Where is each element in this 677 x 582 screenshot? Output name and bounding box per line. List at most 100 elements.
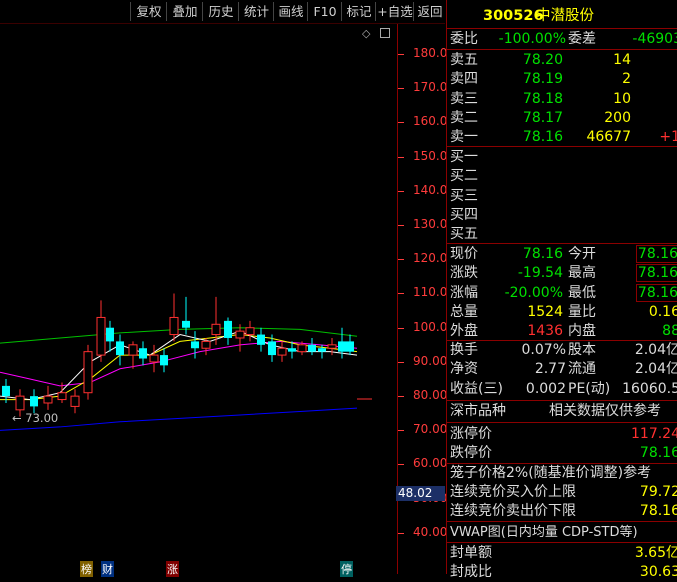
y-tick-label: 60.00 — [413, 456, 448, 471]
stats-label-2: PE(动) — [568, 380, 611, 397]
toolbar-draw-button[interactable]: 画线 — [273, 2, 308, 21]
square-icon[interactable] — [380, 28, 390, 38]
marker-zhang[interactable]: 涨 — [166, 561, 179, 577]
quote-label-2: 内盘 — [568, 323, 596, 340]
quote-row: 涨跌 -19.54 最高 78.16 — [447, 264, 677, 283]
weicha-label: 委差 — [568, 31, 596, 47]
ask-row[interactable]: 卖三 78.18 10 — [447, 90, 677, 109]
candle-body — [15, 395, 25, 411]
vwap-label[interactable]: VWAP图(日内均量 CDP-STD等) — [450, 523, 638, 542]
y-tick-label: 110.0 — [413, 285, 448, 300]
stock-title: 300526 中潜股份 — [447, 5, 677, 27]
candle-body — [224, 320, 232, 338]
quote-label: 外盘 — [450, 323, 478, 340]
candle-body — [57, 392, 67, 401]
candle-body — [169, 316, 179, 336]
ask-volume: 46677 — [586, 129, 631, 146]
quote-value: 78.16 — [522, 246, 563, 262]
quote-value: 1524 — [527, 303, 563, 320]
seal-amount-label: 封单额 — [450, 545, 492, 561]
toolbar-overlay-button[interactable]: 叠加 — [166, 2, 203, 21]
y-tick-label: 160.0 — [413, 114, 448, 129]
weicha-value: -46903 — [632, 31, 677, 47]
seal-ratio-value: 30.63 — [639, 564, 677, 580]
y-tick-label: 170.0 — [413, 80, 448, 95]
ask-row[interactable]: 卖二 78.17 200 — [447, 109, 677, 128]
candle-body — [245, 327, 255, 336]
ask-label: 卖一 — [450, 129, 478, 146]
y-tick-label: 130.0 — [413, 217, 448, 231]
auction-sell-row: 连续竞价卖出价下限 78.16 — [447, 502, 677, 521]
quote-label: 现价 — [450, 246, 478, 262]
marker-ting[interactable]: 停 — [340, 561, 353, 577]
toolbar-back-button[interactable]: 返回 — [413, 2, 446, 21]
candle-body — [106, 327, 114, 342]
stats-value: 0.002 — [525, 380, 566, 397]
toolbar-fuquan-button[interactable]: 复权 — [130, 2, 167, 21]
ask-price: 78.20 — [522, 52, 563, 68]
cage-note: 笼子价格2%(随基准价调整)参考 — [450, 465, 652, 481]
diamond-icon[interactable]: ◇ — [362, 27, 370, 40]
candle-body — [70, 395, 80, 407]
candle-body — [2, 385, 10, 397]
marker-bang[interactable]: 榜 — [80, 561, 93, 577]
market-label: 深市品种 — [450, 403, 506, 419]
ask-row[interactable]: 卖五 78.20 14 — [447, 51, 677, 70]
bid-row[interactable]: 买四 — [447, 206, 677, 225]
bid-row[interactable]: 买五 — [447, 225, 677, 244]
separator — [447, 542, 677, 543]
toolbar-stats-button[interactable]: 统计 — [238, 2, 274, 21]
candle-body — [182, 320, 190, 328]
toolbar-f10-button[interactable]: F10 — [307, 2, 342, 21]
candle-body — [116, 341, 124, 356]
candle-body — [201, 340, 211, 349]
seal-amount-row: 封单额 3.65亿 — [447, 544, 677, 563]
low-price-annotation: ← 73.00 — [12, 411, 59, 425]
candle-body — [338, 341, 346, 352]
limit-up-value: 117.24 — [631, 426, 677, 442]
separator — [447, 422, 677, 423]
stats-label-2: 股本 — [568, 342, 596, 358]
candle-body — [257, 334, 265, 345]
bid-row[interactable]: 买三 — [447, 187, 677, 206]
ask-row[interactable]: 卖四 78.19 2 — [447, 70, 677, 89]
toolbar-add-watchlist-button[interactable]: +自选 — [375, 2, 414, 21]
current-price-tag: 48.02 — [396, 486, 445, 501]
ask-price: 78.17 — [522, 109, 563, 126]
separator — [447, 243, 677, 244]
marker-cai[interactable]: 财 — [101, 561, 114, 577]
toolbar-mark-button[interactable]: 标记 — [341, 2, 376, 21]
vwap-row[interactable]: VWAP图(日内均量 CDP-STD等) — [447, 523, 677, 542]
quote-value-2: 78.16 — [635, 283, 677, 302]
separator — [447, 521, 677, 522]
candle-body — [83, 351, 93, 394]
ask-price: 78.19 — [522, 71, 563, 88]
bid-row[interactable]: 买二 — [447, 167, 677, 186]
candle-body — [139, 348, 147, 359]
stats-label: 收益(三) — [450, 380, 503, 397]
stats-value-2: 2.04亿 — [634, 342, 677, 358]
cage-note-row: 笼子价格2%(随基准价调整)参考 — [447, 464, 677, 483]
stock-name: 中潜股份 — [536, 8, 594, 24]
bid-row[interactable]: 买一 — [447, 148, 677, 167]
toolbar-history-button[interactable]: 历史 — [202, 2, 239, 21]
quote-value-2: 88 — [662, 323, 677, 340]
separator — [447, 28, 677, 29]
bid-label: 买四 — [450, 206, 478, 223]
seal-ratio-label: 封成比 — [450, 564, 492, 580]
ask-volume: 200 — [604, 109, 631, 126]
market-row: 深市品种 相关数据仅供参考 — [447, 402, 677, 421]
kline-svg — [0, 24, 398, 574]
quote-value: -20.00% — [504, 284, 563, 301]
y-tick-label: 100.0 — [413, 319, 448, 334]
stats-row: 收益(三) 0.002 PE(动) 16060.5 — [447, 380, 677, 399]
quote-panel: 300526 中潜股份 委比 -100.00% 委差 -46903 卖五 78.2… — [446, 0, 677, 580]
kline-chart[interactable]: ◇ 180.0 170.0 160.0 150.0 140.0 130.0 120.0 110… — [0, 24, 448, 577]
ask-label: 卖五 — [450, 52, 478, 68]
candle-body — [149, 354, 159, 363]
ask-label: 卖三 — [450, 90, 478, 107]
quote-value-2: 78.16 — [635, 264, 677, 283]
ask-row[interactable]: 卖一 78.16 46677 +1 — [447, 128, 677, 147]
quote-value: -19.54 — [517, 265, 563, 282]
stats-label-2: 流通 — [568, 361, 596, 378]
